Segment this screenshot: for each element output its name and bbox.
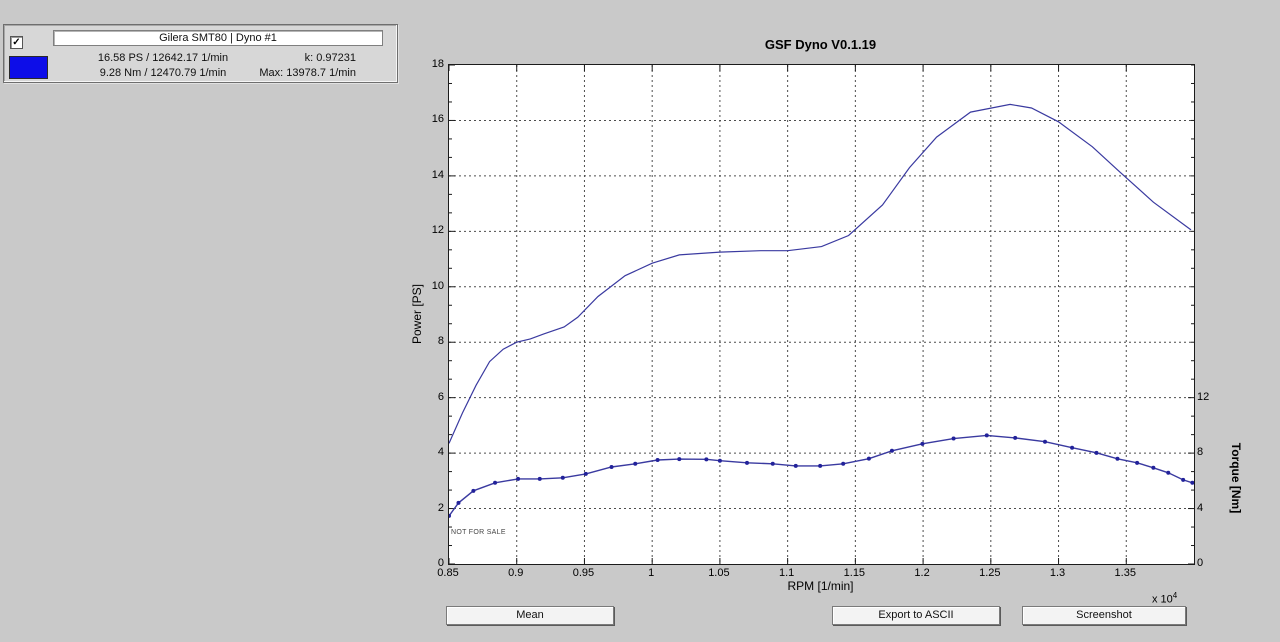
mean-button[interactable]: Mean: [446, 606, 614, 625]
y-right-tick-label: 8: [1197, 446, 1204, 459]
chart-title: GSF Dyno V0.1.19: [764, 37, 877, 52]
run-info-panel: ✓ 16.58 PS / 12642.17 1/min k: 0.97231 9…: [3, 24, 398, 83]
torque-curve: [449, 434, 1193, 517]
torque-marker: [1043, 439, 1047, 444]
checkbox-check-icon: ✓: [12, 37, 21, 48]
torque-marker: [655, 458, 660, 463]
x-tick-label: 1.05: [708, 567, 730, 579]
torque-marker: [1094, 450, 1099, 455]
y-right-tick-label: 4: [1197, 501, 1204, 514]
run-color-swatch[interactable]: [9, 56, 48, 79]
x-tick-label: 0.9: [508, 567, 524, 579]
y-left-tick-label: 0: [437, 557, 444, 569]
left-axis-label: Power [PS]: [410, 283, 424, 345]
torque-marker: [456, 500, 461, 505]
x-axis-multiplier: x 104: [1152, 591, 1178, 606]
torque-marker: [1115, 456, 1120, 461]
y-left-tick-label: 16: [431, 113, 444, 126]
y-left-tick-label: 18: [431, 58, 444, 70]
max-rpm-stat: Max: 13978.7 1/min: [259, 67, 356, 79]
y-left-tick-label: 2: [437, 501, 444, 514]
k-factor-stat: k: 0.97231: [304, 52, 356, 64]
x-tick-label: 1.3: [1049, 567, 1066, 579]
plot-area: [448, 64, 1195, 565]
torque-marker: [560, 475, 565, 480]
torque-marker: [717, 458, 722, 463]
y-left-tick-label: 12: [431, 224, 444, 237]
dyno-chart: [449, 65, 1194, 564]
power-curve: [449, 103, 1192, 444]
torque-marker: [818, 463, 823, 468]
torque-marker: [1181, 477, 1186, 482]
torque-marker: [516, 476, 521, 481]
power-peak-stat: 16.58 PS / 12642.17 1/min: [97, 52, 229, 64]
torque-marker: [1151, 465, 1156, 470]
x-tick-label: 1.35: [1114, 567, 1136, 579]
x-tick-label: 0.95: [572, 567, 595, 579]
torque-marker: [493, 480, 498, 485]
y-left-tick-label: 6: [437, 390, 444, 403]
y-left-tick-label: 14: [431, 168, 444, 181]
x-axis-label: RPM [1/min]: [787, 579, 854, 593]
torque-marker: [1013, 435, 1018, 440]
torque-marker: [920, 441, 925, 446]
torque-marker: [1135, 460, 1140, 465]
x-tick-label: 1.2: [914, 567, 930, 579]
torque-marker: [1190, 480, 1194, 485]
not-for-sale-watermark: NOT FOR SALE: [451, 529, 506, 536]
torque-marker: [1070, 445, 1075, 450]
x-tick-label: 1.1: [778, 567, 795, 579]
torque-marker: [841, 461, 846, 466]
right-axis-label: Torque [Nm]: [1229, 442, 1243, 514]
torque-marker: [471, 488, 476, 493]
torque-marker: [984, 433, 989, 438]
torque-marker: [889, 448, 894, 453]
x-tick-label: 1: [648, 567, 655, 579]
torque-marker: [793, 463, 798, 468]
torque-marker: [951, 436, 956, 441]
torque-marker: [677, 457, 682, 462]
y-left-tick-label: 4: [437, 446, 444, 459]
torque-marker: [704, 457, 709, 462]
y-right-tick-label: 0: [1197, 557, 1204, 569]
run-name-field[interactable]: [53, 30, 383, 46]
export-to-ascii-button[interactable]: Export to ASCII: [832, 606, 1000, 625]
torque-marker: [770, 461, 775, 466]
torque-marker: [583, 471, 588, 476]
torque-peak-stat: 9.28 Nm / 12470.79 1/min: [99, 67, 227, 79]
torque-marker: [745, 460, 749, 465]
y-right-tick-label: 12: [1197, 390, 1210, 403]
x-tick-label: 1.15: [843, 567, 866, 579]
torque-marker: [1166, 470, 1171, 475]
torque-marker: [866, 456, 871, 461]
torque-marker: [537, 476, 542, 481]
run-visible-checkbox[interactable]: ✓: [10, 36, 23, 49]
x-tick-label: 1.25: [979, 567, 1001, 579]
screenshot-button[interactable]: Screenshot: [1022, 606, 1186, 625]
torque-marker: [609, 464, 614, 469]
torque-marker: [633, 461, 638, 466]
